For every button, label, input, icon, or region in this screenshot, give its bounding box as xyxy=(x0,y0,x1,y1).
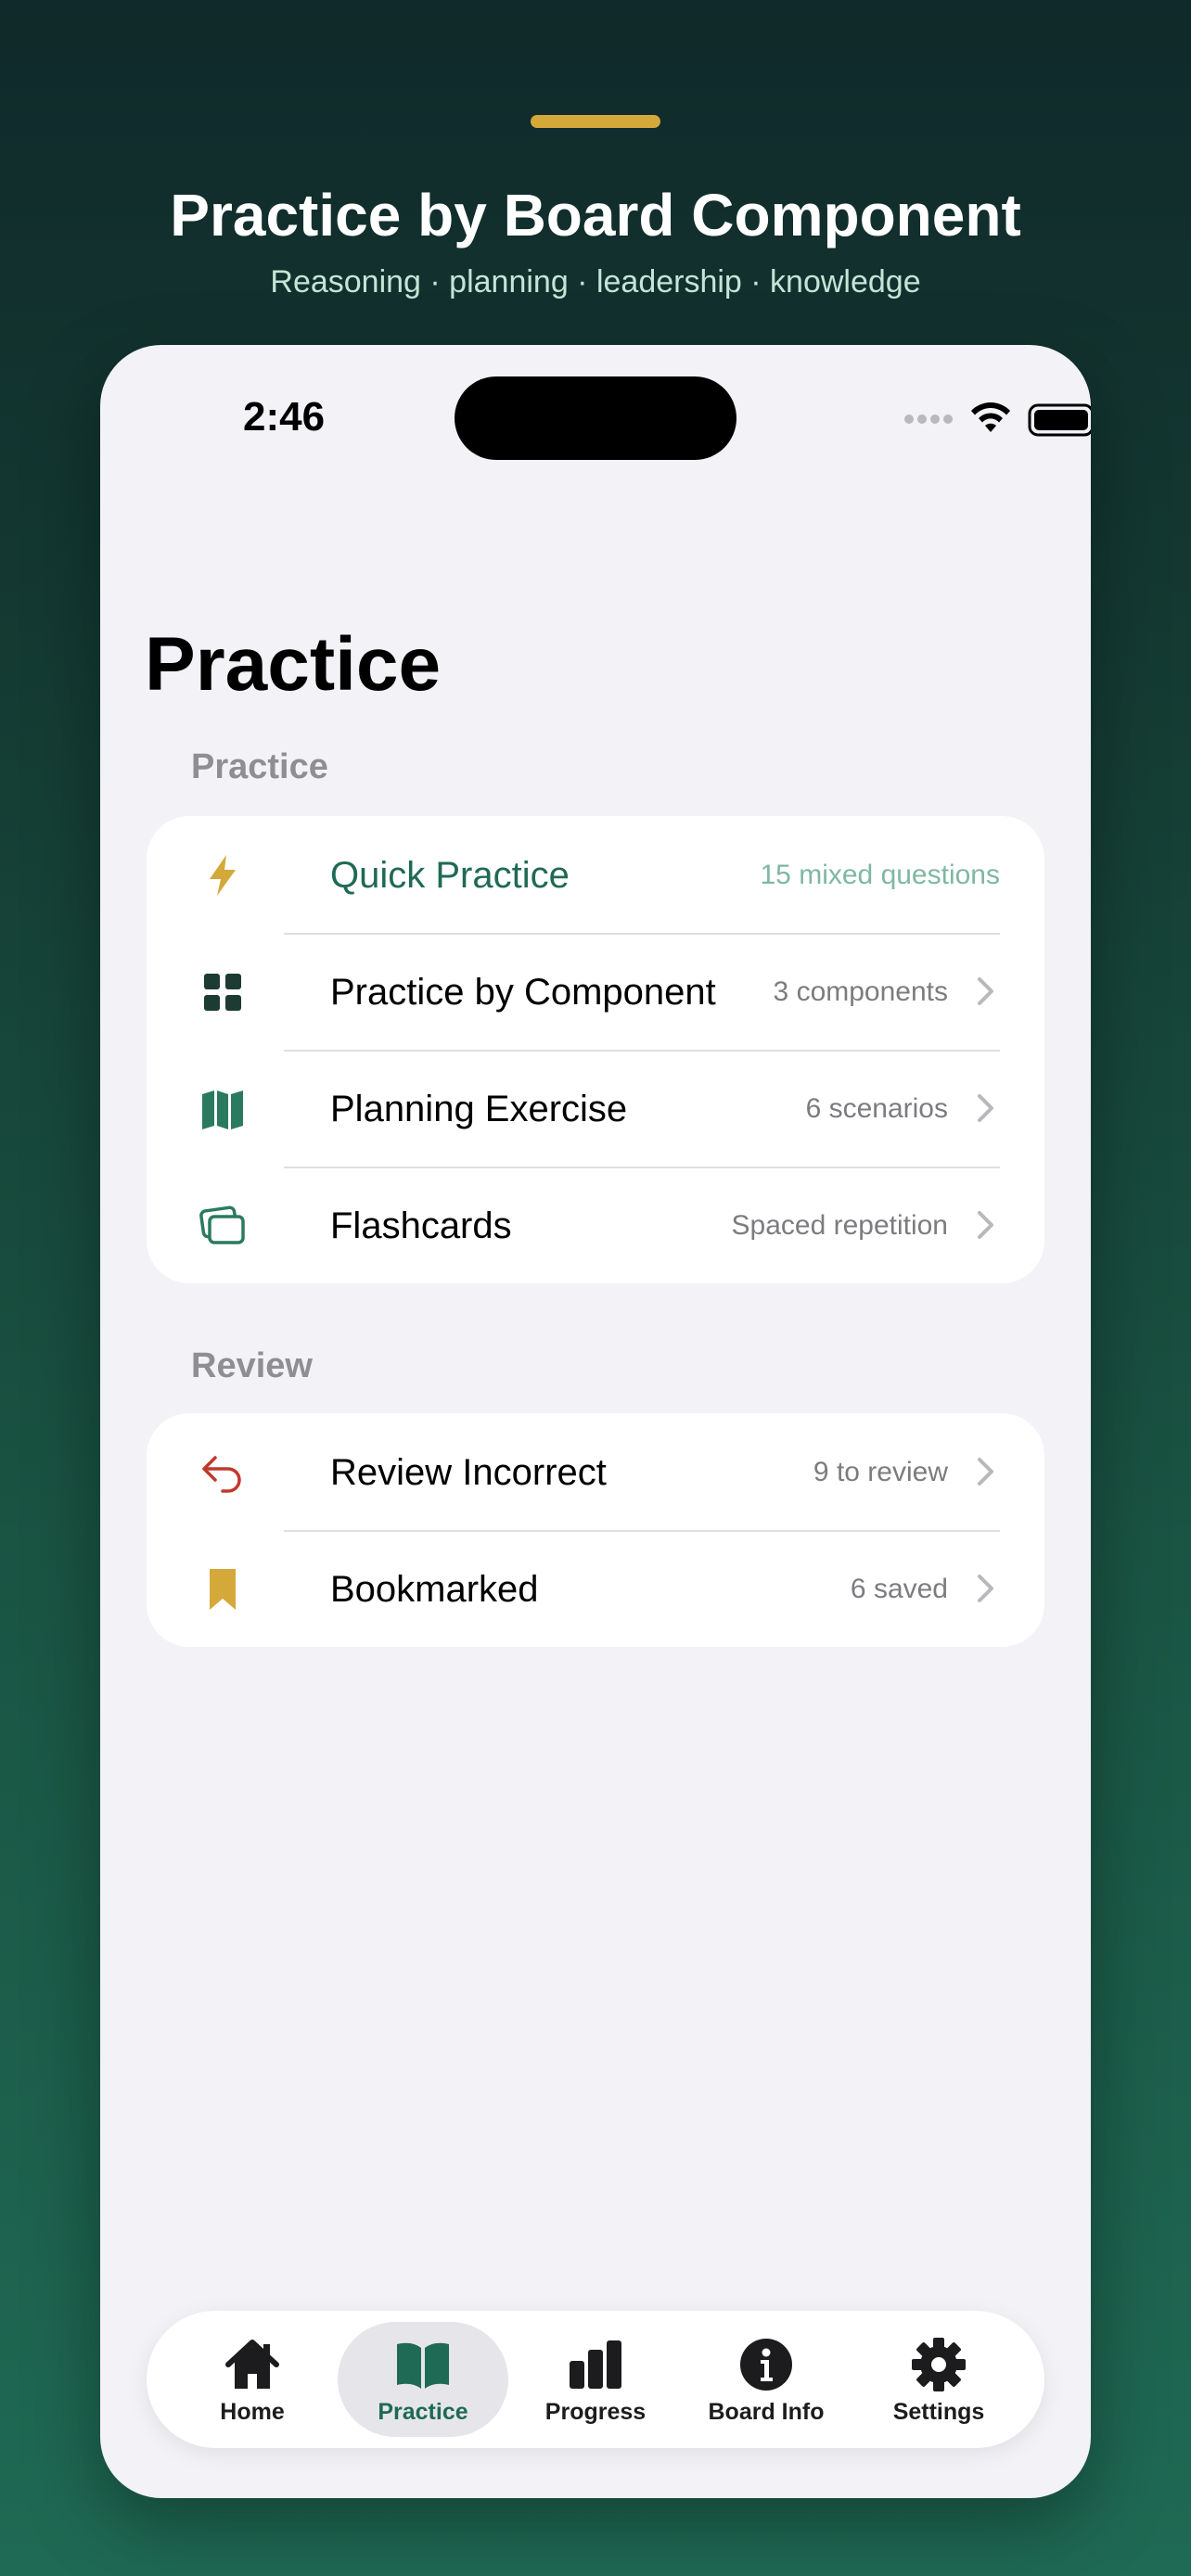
row-detail-practice-by-component: 3 components xyxy=(773,976,948,1007)
battery-icon xyxy=(1028,403,1091,437)
bolt-icon xyxy=(210,855,236,896)
row-practice-by-component[interactable]: Practice by Component 3 components xyxy=(147,933,1044,1050)
row-detail-review-incorrect: 9 to review xyxy=(813,1457,948,1487)
tab-label-home: Home xyxy=(220,2399,285,2425)
row-label-practice-by-component: Practice by Component xyxy=(330,972,716,1013)
row-detail-planning-exercise: 6 scenarios xyxy=(805,1093,948,1124)
chevron-right-icon xyxy=(978,1575,993,1602)
row-bookmarked[interactable]: Bookmarked 6 saved xyxy=(147,1530,1044,1647)
page-title: Practice xyxy=(145,622,442,707)
tab-progress[interactable]: Progress xyxy=(510,2322,681,2437)
hero-subtitle: Reasoning · planning · leadership · know… xyxy=(270,264,921,300)
grid-icon xyxy=(204,974,241,1011)
undo-arrow-icon xyxy=(202,1456,241,1493)
row-quick-practice[interactable]: Quick Practice 15 mixed questions xyxy=(147,816,1044,933)
bookmark-icon xyxy=(210,1569,236,1610)
chevron-right-icon xyxy=(978,977,993,1005)
row-detail-flashcards: Spaced repetition xyxy=(731,1210,949,1241)
cards-icon xyxy=(199,1205,245,1244)
tab-label-progress: Progress xyxy=(544,2399,647,2425)
tab-label-board-info: Board Info xyxy=(708,2399,825,2425)
bar-chart-icon xyxy=(570,2340,621,2389)
info-icon xyxy=(740,2339,792,2391)
row-flashcards[interactable]: Flashcards Spaced repetition xyxy=(147,1167,1044,1283)
hero-title: Practice by Board Component xyxy=(170,182,1021,249)
practice-card: Quick Practice 15 mixed questions Practi… xyxy=(147,816,1044,1283)
tab-board-info[interactable]: Board Info xyxy=(681,2322,852,2437)
row-detail-bookmarked: 6 saved xyxy=(850,1574,948,1604)
house-icon xyxy=(225,2340,279,2389)
status-indicators xyxy=(801,395,1091,443)
row-label-review-incorrect: Review Incorrect xyxy=(330,1452,607,1493)
hero-accent-bar xyxy=(531,115,660,128)
book-icon xyxy=(397,2342,449,2389)
review-card: Review Incorrect 9 to review Bookmarked … xyxy=(147,1413,1044,1647)
row-detail-quick-practice: 15 mixed questions xyxy=(760,860,1001,890)
row-planning-exercise[interactable]: Planning Exercise 6 scenarios xyxy=(147,1050,1044,1167)
tab-practice[interactable]: Practice xyxy=(338,2322,508,2437)
tab-bar: Home Practice Progress Board Info Settin… xyxy=(147,2311,1044,2448)
row-label-bookmarked: Bookmarked xyxy=(330,1569,539,1610)
tab-settings[interactable]: Settings xyxy=(853,2322,1024,2437)
gear-icon xyxy=(912,2338,966,2391)
map-icon xyxy=(202,1090,243,1129)
dynamic-island xyxy=(455,376,736,460)
section-header-review: Review xyxy=(191,1346,313,1385)
row-review-incorrect[interactable]: Review Incorrect 9 to review xyxy=(147,1413,1044,1530)
wifi-icon xyxy=(971,402,1010,432)
section-header-practice: Practice xyxy=(191,747,328,786)
chevron-right-icon xyxy=(978,1458,993,1486)
cellular-signal-icon xyxy=(904,414,953,424)
row-label-flashcards: Flashcards xyxy=(330,1205,512,1246)
status-time: 2:46 xyxy=(243,394,326,440)
phone-screen: 2:46 Practice Practice Quick Practice 15… xyxy=(100,345,1091,2498)
tab-label-settings: Settings xyxy=(892,2399,985,2425)
row-label-planning-exercise: Planning Exercise xyxy=(330,1089,628,1129)
row-label-quick-practice: Quick Practice xyxy=(330,855,570,896)
chevron-right-icon xyxy=(978,1211,993,1239)
chevron-right-icon xyxy=(978,1094,993,1122)
tab-home[interactable]: Home xyxy=(167,2322,338,2437)
tab-label-practice: Practice xyxy=(378,2399,468,2425)
